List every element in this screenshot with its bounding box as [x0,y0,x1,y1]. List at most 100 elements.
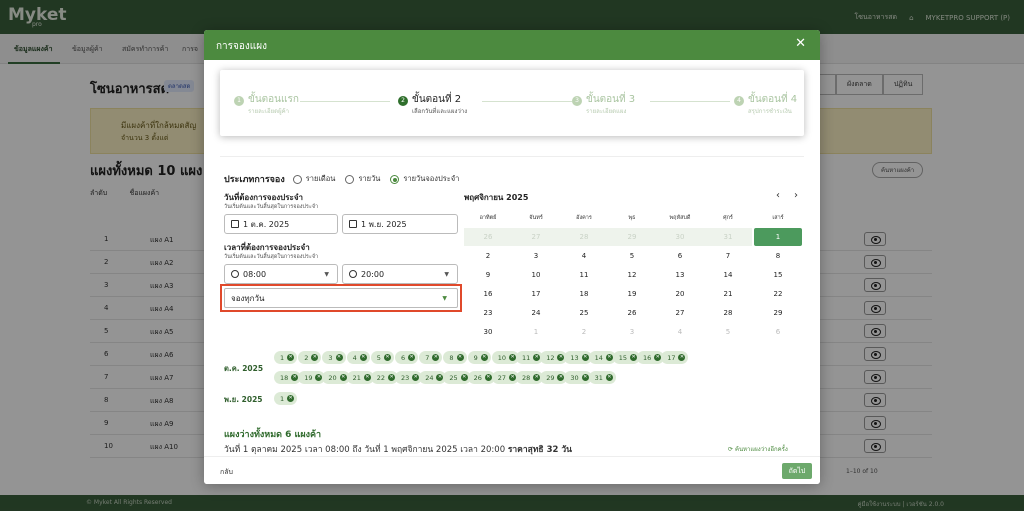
calendar-day[interactable]: 8 [754,247,802,265]
end-date-field[interactable]: 1 พ.ย. 2025 [342,214,458,234]
calendar-day-outside[interactable]: 5 [704,323,752,341]
calendar-day[interactable]: 13 [656,266,704,284]
date-chip[interactable]: 21 ✕ [346,371,374,384]
next-button[interactable]: ถัดไป [782,463,812,479]
remove-chip-icon[interactable]: ✕ [480,354,488,361]
date-chip[interactable]: 4 ✕ [346,351,370,364]
remove-chip-icon[interactable]: ✕ [339,374,347,381]
date-chip[interactable]: 20 ✕ [322,371,350,384]
date-chip[interactable]: 14 ✕ [588,351,616,364]
calendar-day[interactable]: 15 [754,266,802,284]
calendar-day-outside[interactable]: 27 [512,228,560,246]
calendar-day[interactable]: 18 [560,285,608,303]
date-chip[interactable]: 1 ✕ [274,351,298,364]
date-chip[interactable]: 23 ✕ [395,371,423,384]
date-chip[interactable]: 22 ✕ [370,371,399,384]
calendar-day[interactable]: 9 [464,266,512,284]
remove-chip-icon[interactable]: ✕ [311,354,319,361]
calendar-day[interactable]: 25 [560,304,608,322]
calendar-day-outside[interactable]: 6 [754,323,802,341]
remove-chip-icon[interactable]: ✕ [456,354,464,361]
date-chip[interactable]: 31 ✕ [588,371,616,384]
remove-chip-icon[interactable]: ✕ [432,354,440,361]
remove-chip-icon[interactable]: ✕ [287,395,295,402]
calendar-day[interactable]: 10 [512,266,560,284]
date-chip[interactable]: 24 ✕ [419,371,447,384]
calendar-day[interactable]: 16 [464,285,512,303]
remove-chip-icon[interactable]: ✕ [359,354,367,361]
start-date-field[interactable]: 1 ต.ค. 2025 [224,214,338,234]
calendar-day[interactable]: 6 [656,247,704,265]
calendar-day-outside[interactable]: 31 [704,228,752,246]
calendar-day-outside[interactable]: 26 [464,228,512,246]
radio-recurring-daily[interactable]: รายวันจองประจำ [390,173,459,185]
date-chip[interactable]: 11 ✕ [516,351,544,364]
remove-chip-icon[interactable]: ✕ [287,354,295,361]
calendar-day-outside[interactable]: 30 [656,228,704,246]
date-chip[interactable]: 25 ✕ [443,371,471,384]
date-chip[interactable]: 13 ✕ [564,351,592,364]
radio-daily[interactable]: รายวัน [345,173,380,185]
calendar-day[interactable]: 3 [512,247,560,265]
calendar-day[interactable]: 24 [512,304,560,322]
repeat-select[interactable]: จองทุกวัน ▼ [224,288,458,308]
calendar-day-outside[interactable]: 3 [608,323,656,341]
calendar-day-outside[interactable]: 4 [656,323,704,341]
calendar-day[interactable]: 14 [704,266,752,284]
remove-chip-icon[interactable]: ✕ [581,354,589,361]
date-chip[interactable]: 1 ✕ [274,392,298,405]
date-chip[interactable]: 12 ✕ [540,351,568,364]
calendar-day[interactable]: 19 [608,285,656,303]
date-chip[interactable]: 28 ✕ [516,371,544,384]
calendar-day[interactable]: 20 [656,285,704,303]
date-chip[interactable]: 3 ✕ [322,351,346,364]
start-time-select[interactable]: 08:00 ▼ [224,264,338,284]
date-chip[interactable]: 19 ✕ [298,371,326,384]
date-chip[interactable]: 16 ✕ [637,351,665,364]
remove-chip-icon[interactable]: ✕ [383,354,391,361]
remove-chip-icon[interactable]: ✕ [581,374,589,381]
calendar-day[interactable]: 27 [656,304,704,322]
remove-chip-icon[interactable]: ✕ [484,374,492,381]
calendar-day[interactable]: 12 [608,266,656,284]
calendar-day-outside[interactable]: 29 [608,228,656,246]
remove-chip-icon[interactable]: ✕ [678,354,686,361]
calendar-day[interactable]: 2 [464,247,512,265]
date-chip[interactable]: 30 ✕ [564,371,592,384]
prev-month-icon[interactable]: ‹ [776,190,780,201]
remove-chip-icon[interactable]: ✕ [605,374,613,381]
remove-chip-icon[interactable]: ✕ [460,374,468,381]
date-chip[interactable]: 2 ✕ [298,351,322,364]
calendar-day[interactable]: 30 [464,323,512,341]
calendar-day-outside[interactable]: 2 [560,323,608,341]
date-chip[interactable]: 27 ✕ [491,371,520,384]
calendar-day-outside[interactable]: 1 [512,323,560,341]
calendar-day[interactable]: 21 [704,285,752,303]
date-chip[interactable]: 26 ✕ [467,371,495,384]
calendar-day[interactable]: 11 [560,266,608,284]
calendar-day[interactable]: 5 [608,247,656,265]
date-chip[interactable]: 17 ✕ [661,351,689,364]
back-button[interactable]: กลับ [220,467,233,478]
date-chip[interactable]: 5 ✕ [370,351,394,364]
calendar-day[interactable]: 28 [704,304,752,322]
calendar-day-selected[interactable]: 1 [754,228,802,246]
date-chip[interactable]: 29 ✕ [540,371,568,384]
research-stalls-link[interactable]: ⟳ ค้นหาแผงว่างอีกครั้ง [728,444,788,454]
calendar-day[interactable]: 23 [464,304,512,322]
radio-monthly[interactable]: รายเดือน [292,173,335,185]
calendar-day[interactable]: 29 [754,304,802,322]
date-chip[interactable]: 15 ✕ [612,351,641,364]
calendar-day[interactable]: 22 [754,285,802,303]
date-chip[interactable]: 9 ✕ [467,351,491,364]
date-chip[interactable]: 8 ✕ [443,351,467,364]
next-month-icon[interactable]: › [794,190,798,201]
date-chip[interactable]: 7 ✕ [419,351,443,364]
remove-chip-icon[interactable]: ✕ [335,354,343,361]
date-chip[interactable]: 18 ✕ [274,371,302,384]
remove-chip-icon[interactable]: ✕ [363,374,371,381]
calendar-day[interactable]: 26 [608,304,656,322]
remove-chip-icon[interactable]: ✕ [605,354,613,361]
end-time-select[interactable]: 20:00 ▼ [342,264,458,284]
date-chip[interactable]: 6 ✕ [395,351,419,364]
